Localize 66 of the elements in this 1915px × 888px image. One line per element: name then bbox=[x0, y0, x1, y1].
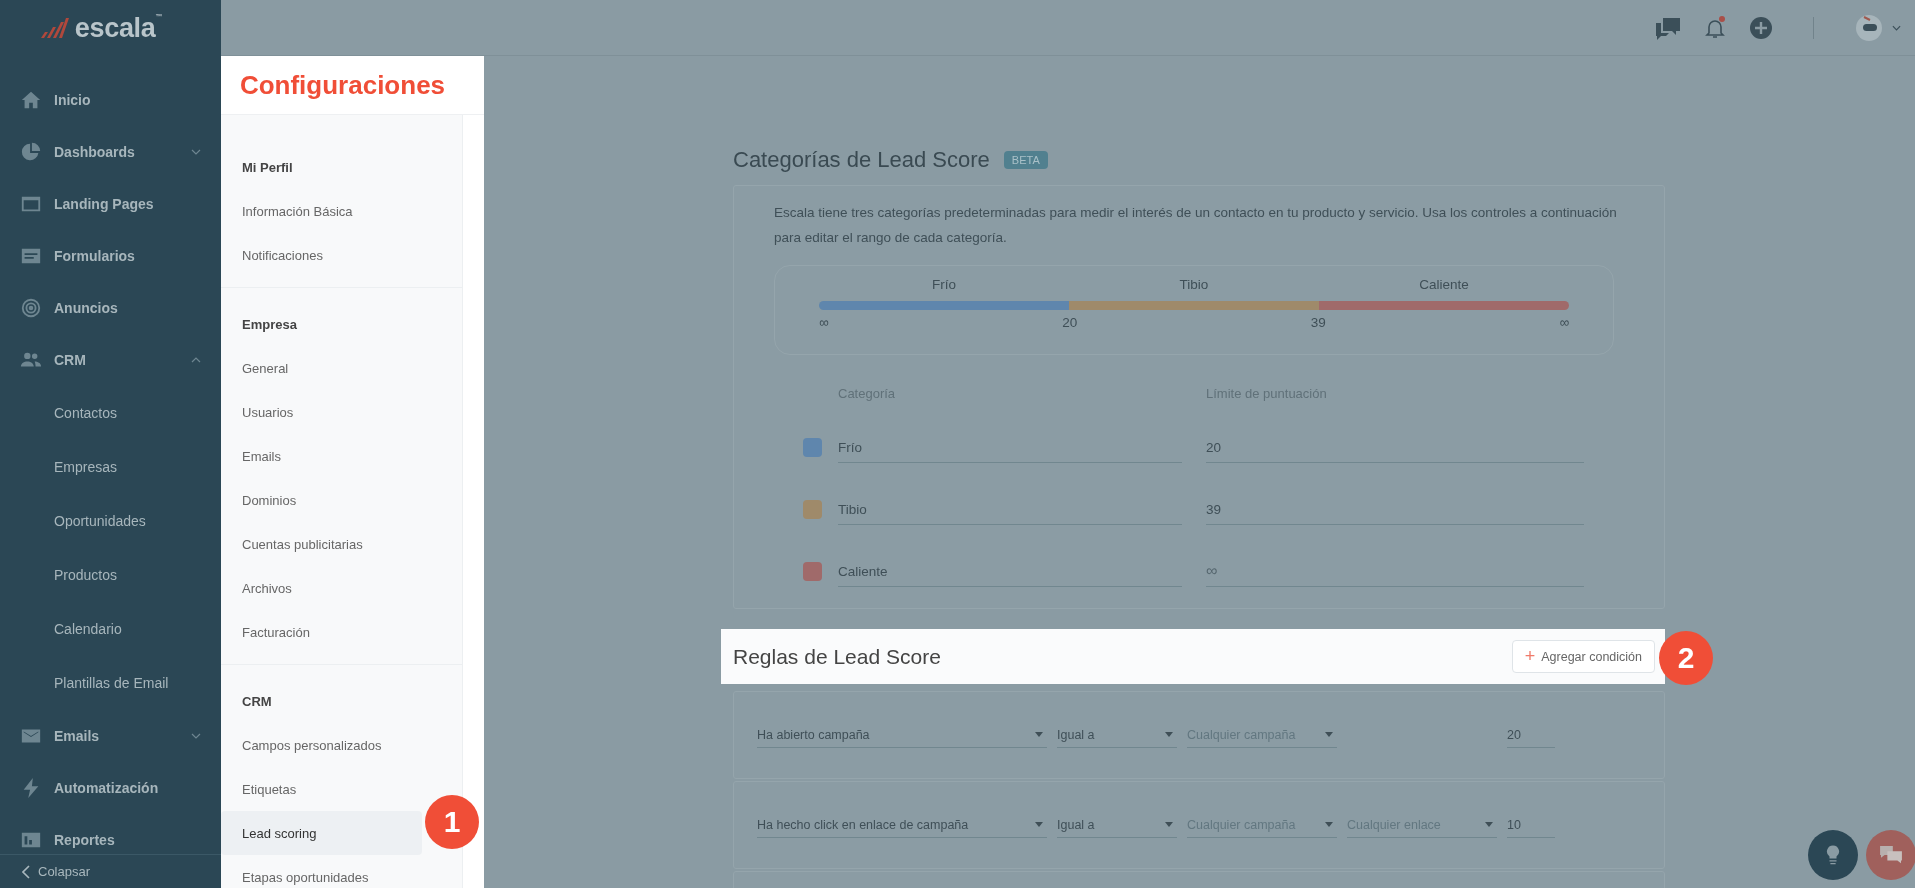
scale-tick: ∞ bbox=[1559, 315, 1569, 330]
settings-menu-item[interactable]: Etapas oportunidades bbox=[221, 855, 422, 888]
section-title: Categorías de Lead Score bbox=[733, 147, 990, 173]
group-heading: Mi Perfil bbox=[241, 158, 294, 177]
category-label: Tibio bbox=[1178, 276, 1210, 292]
sidebar-item[interactable]: Anuncios bbox=[0, 282, 221, 334]
settings-menu-item[interactable]: Lead scoring bbox=[221, 811, 422, 855]
group-heading: CRM bbox=[241, 692, 273, 711]
sidebar-item[interactable]: Automatización bbox=[0, 762, 221, 814]
settings-menu-item[interactable]: Campos personalizados bbox=[221, 723, 422, 767]
logo-text: escala$^{™}$ bbox=[74, 12, 163, 44]
chevron-down-icon[interactable] bbox=[1892, 24, 1901, 31]
sidebar-item[interactable]: Dashboards bbox=[0, 126, 221, 178]
logo-icon bbox=[38, 18, 69, 38]
points-field[interactable]: 20 bbox=[1507, 722, 1555, 748]
scale-tick: 39 bbox=[1310, 315, 1326, 330]
pie-icon bbox=[20, 141, 42, 163]
sidebar-subitem[interactable]: Contactos bbox=[0, 386, 221, 440]
settings-menu-item[interactable]: Emails bbox=[221, 434, 422, 478]
settings-menu-item[interactable]: Notificaciones bbox=[221, 233, 422, 277]
sidebar-subitem[interactable]: Productos bbox=[0, 548, 221, 602]
home-icon bbox=[20, 89, 42, 111]
group-heading: Empresa bbox=[241, 315, 298, 334]
condition-select[interactable]: Ha hecho click en enlace de campaña bbox=[757, 812, 1047, 838]
category-field[interactable]: Frío bbox=[838, 432, 1182, 463]
lightbulb-icon bbox=[1826, 844, 1840, 866]
settings-menu-item[interactable]: Información Básica bbox=[221, 189, 422, 233]
sidebar-item[interactable]: Landing Pages bbox=[0, 178, 221, 230]
settings-menu-item[interactable]: Etiquetas bbox=[221, 767, 422, 811]
settings-menu-item[interactable]: Usuarios bbox=[221, 390, 422, 434]
category-label: Frío bbox=[931, 276, 957, 292]
scale-tick: ∞ bbox=[819, 315, 829, 330]
operator-select[interactable]: Igual a bbox=[1057, 722, 1177, 748]
description: Escala tiene tres categorías predeterminadas para medir el interés de un contacto en tu producto y servicio. Usa los controles a continuación para editar el rango de cada categoría. bbox=[774, 204, 1618, 247]
beta-badge: BETA bbox=[1003, 151, 1048, 169]
sidebar-subitem[interactable]: Empresas bbox=[0, 440, 221, 494]
points-field[interactable]: 10 bbox=[1507, 812, 1555, 838]
sidebar-item[interactable]: CRM bbox=[0, 334, 221, 386]
target-icon bbox=[20, 297, 42, 319]
sidebar-item[interactable]: Inicio bbox=[0, 74, 221, 126]
category-field[interactable]: Tibio bbox=[838, 494, 1182, 525]
category-field[interactable]: Caliente bbox=[838, 556, 1182, 587]
scale-tick: 20 bbox=[1062, 315, 1078, 330]
sidebar-subitem[interactable]: Calendario bbox=[0, 602, 221, 656]
settings-menu-item[interactable]: General bbox=[221, 346, 422, 390]
settings-menu-item[interactable]: Dominios bbox=[221, 478, 422, 522]
add-condition-button[interactable]: + Agregar condición bbox=[1511, 640, 1655, 673]
settings-menu-item[interactable]: Cuentas publicitarias bbox=[221, 522, 422, 566]
sidebar-subitem[interactable]: Oportunidades bbox=[0, 494, 221, 548]
settings-menu-item[interactable]: Archivos bbox=[221, 566, 422, 610]
condition-select[interactable]: Ha abierto campaña bbox=[757, 722, 1047, 748]
sidebar-item[interactable]: Emails bbox=[0, 710, 221, 762]
chat-bubbles-icon bbox=[1879, 845, 1903, 865]
settings-menu-item[interactable]: Facturación bbox=[221, 610, 422, 654]
sidebar-item[interactable]: Formularios bbox=[0, 230, 221, 282]
chevron-left-icon bbox=[22, 864, 30, 879]
avatar-icon[interactable] bbox=[1854, 12, 1884, 43]
operator-select[interactable]: Igual a bbox=[1057, 812, 1177, 838]
sidebar-item[interactable]: Reportes bbox=[0, 814, 221, 854]
limit-field[interactable]: 20 bbox=[1206, 432, 1584, 463]
chat-icon[interactable] bbox=[1655, 15, 1681, 40]
category-label: Caliente bbox=[1418, 276, 1470, 292]
section-title: Reglas de Lead Score bbox=[733, 644, 941, 669]
sidebar-subitem[interactable]: Plantillas de Email bbox=[0, 656, 221, 710]
add-icon[interactable] bbox=[1749, 15, 1773, 40]
limit-field[interactable]: 39 bbox=[1206, 494, 1584, 525]
